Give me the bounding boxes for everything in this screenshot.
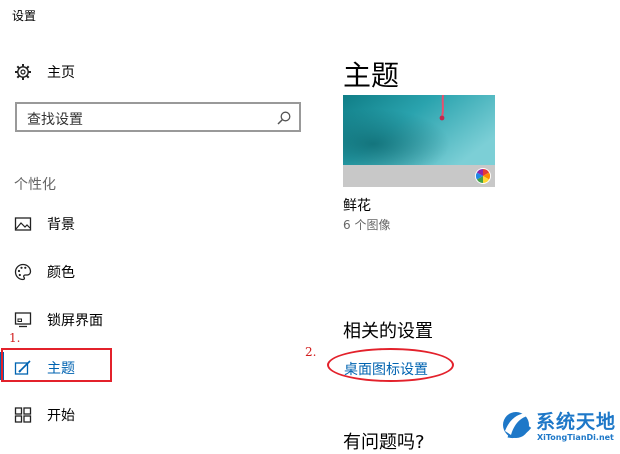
sidebar-item-home[interactable]: 主页: [0, 54, 300, 90]
annotation-step-2: 2.: [305, 345, 317, 359]
annotation-box-themes: [1, 348, 112, 382]
sidebar-item-label: 颜色: [47, 265, 75, 281]
sidebar-item-background[interactable]: 背景: [0, 206, 300, 242]
logo-swoosh-icon: [503, 412, 534, 439]
watermark-logo: 系统天地 XiTongTianDi.net: [500, 405, 618, 447]
annotation-ellipse-link: [327, 348, 454, 382]
color-wheel-icon: [475, 168, 491, 184]
sidebar-item-label: 开始: [47, 408, 75, 424]
sidebar-item-label: 锁屏界面: [47, 313, 103, 329]
window-title: 设置: [12, 9, 37, 23]
search-input[interactable]: 查找设置: [15, 102, 301, 132]
annotation-step-1: 1.: [9, 331, 21, 345]
sidebar-item-start[interactable]: 开始: [0, 397, 300, 433]
gear-icon: [15, 64, 31, 80]
have-a-question-title: 有问题吗?: [343, 432, 425, 453]
sidebar-item-label: 背景: [47, 217, 75, 233]
search-placeholder: 查找设置: [27, 112, 83, 128]
section-title-personalization: 个性化: [14, 177, 56, 193]
watermark-title: 系统天地: [536, 411, 617, 433]
sidebar-item-lock-screen[interactable]: 锁屏界面: [0, 302, 300, 338]
sidebar-item-colors[interactable]: 颜色: [0, 254, 300, 290]
related-settings-title: 相关的设置: [343, 321, 433, 342]
palette-icon: [14, 263, 32, 281]
page-title: 主题: [343, 59, 400, 92]
sidebar-item-label: 主页: [47, 65, 75, 81]
theme-image-count: 6 个图像: [343, 218, 391, 232]
theme-preview[interactable]: [343, 95, 495, 187]
theme-name: 鲜花: [343, 198, 371, 214]
watermark-subtitle: XiTongTianDi.net: [537, 433, 614, 442]
lock-screen-icon: [14, 312, 32, 328]
theme-preview-image: [343, 95, 495, 187]
start-tiles-icon: [14, 407, 32, 423]
search-icon[interactable]: [276, 110, 292, 126]
picture-icon: [14, 217, 32, 231]
